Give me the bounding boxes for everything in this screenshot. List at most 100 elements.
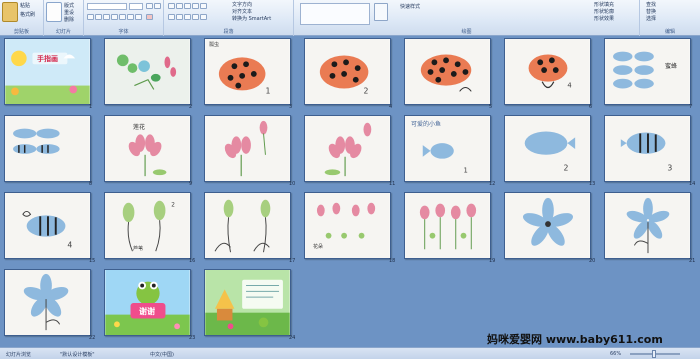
slide-1-art bbox=[5, 39, 90, 104]
slide-10-art bbox=[205, 116, 290, 181]
text-direction-button[interactable]: 文字方向 bbox=[232, 2, 252, 8]
slide-thumbnail-3[interactable]: 1 瓢虫 bbox=[204, 38, 291, 105]
bullets-icon[interactable] bbox=[168, 3, 175, 9]
char-spacing-icon[interactable] bbox=[127, 14, 134, 20]
slide-5-art bbox=[405, 39, 490, 104]
find-button[interactable]: 查找 bbox=[646, 2, 656, 8]
slide-number-17: 17 bbox=[289, 258, 296, 264]
slide-23-title: 谢谢 bbox=[139, 307, 155, 316]
drawing-group: 快速样式 形状填充 形状轮廓 形状效果 绘图 bbox=[294, 0, 640, 36]
slide-19-art bbox=[405, 193, 490, 258]
slide-thumbnail-20[interactable] bbox=[504, 192, 591, 259]
slide-thumbnail-10[interactable] bbox=[204, 115, 291, 182]
slide-thumbnail-21[interactable] bbox=[604, 192, 691, 259]
decrease-indent-icon[interactable] bbox=[184, 3, 191, 9]
columns-icon[interactable] bbox=[200, 14, 207, 20]
slide-thumbnail-23[interactable]: 谢谢 bbox=[104, 269, 191, 336]
svg-text:2: 2 bbox=[564, 163, 569, 172]
delete-button[interactable]: 删除 bbox=[64, 17, 74, 23]
shrink-font-icon[interactable] bbox=[154, 3, 161, 9]
slide-thumbnail-9[interactable]: 莲花 bbox=[104, 115, 191, 182]
slide-thumbnail-1[interactable]: 手指画 bbox=[4, 38, 91, 105]
font-name-field[interactable] bbox=[87, 3, 127, 10]
svg-text:1: 1 bbox=[464, 166, 468, 174]
slide-thumbnail-7[interactable]: 蜜蜂 bbox=[604, 38, 691, 105]
font-color-icon[interactable] bbox=[146, 14, 153, 20]
slide-number-8: 8 bbox=[89, 181, 93, 187]
grow-font-icon[interactable] bbox=[146, 3, 153, 9]
slide-17-art bbox=[205, 193, 290, 258]
layout-button[interactable]: 版式 bbox=[64, 3, 74, 9]
slide-number-18: 18 bbox=[389, 258, 396, 264]
svg-text:3: 3 bbox=[667, 163, 672, 172]
slide-number-24: 24 bbox=[289, 335, 296, 341]
slide-thumbnail-8[interactable] bbox=[4, 115, 91, 182]
paste-label[interactable]: 粘贴 bbox=[20, 3, 30, 9]
slide-thumbnail-19[interactable] bbox=[404, 192, 491, 259]
reset-button[interactable]: 重设 bbox=[64, 10, 74, 16]
shape-effects-button[interactable]: 形状效果 bbox=[594, 16, 614, 22]
slide-thumbnail-11[interactable] bbox=[304, 115, 391, 182]
increase-indent-icon[interactable] bbox=[192, 3, 199, 9]
slide-7-art bbox=[605, 39, 690, 104]
shape-fill-button[interactable]: 形状填充 bbox=[594, 2, 614, 8]
arrange-button[interactable] bbox=[374, 3, 388, 21]
change-case-icon[interactable] bbox=[135, 14, 142, 20]
slide-number-9: 9 bbox=[189, 181, 193, 187]
slide-3-title: 瓢虫 bbox=[209, 42, 220, 48]
numbering-icon[interactable] bbox=[176, 3, 183, 9]
select-button[interactable]: 选择 bbox=[646, 16, 656, 22]
justify-icon[interactable] bbox=[192, 14, 199, 20]
slide-thumbnail-13[interactable]: 2 bbox=[504, 115, 591, 182]
slide-thumbnail-24[interactable] bbox=[204, 269, 291, 336]
slide-thumbnail-22[interactable] bbox=[4, 269, 91, 336]
slide-thumbnail-2[interactable] bbox=[104, 38, 191, 105]
slide-13-art: 2 bbox=[505, 116, 590, 181]
replace-button[interactable]: 替换 bbox=[646, 9, 656, 15]
slide-number-5: 5 bbox=[489, 104, 493, 110]
slide-number-15: 15 bbox=[89, 258, 96, 264]
bold-icon[interactable] bbox=[87, 14, 94, 20]
shadow-icon[interactable] bbox=[119, 14, 126, 20]
slide-thumbnail-6[interactable]: 4 bbox=[504, 38, 591, 105]
slide-thumbnail-17[interactable] bbox=[204, 192, 291, 259]
slide-sorter[interactable]: 手指画 1 2 1 瓢虫 3 2 4 5 4 6 蜜蜂 7 8 莲花 9 10 … bbox=[0, 36, 700, 347]
zoom-level[interactable]: 66% bbox=[610, 351, 621, 357]
slide-number-6: 6 bbox=[589, 104, 593, 110]
convert-smartart-button[interactable]: 转换为 SmartArt bbox=[232, 16, 271, 22]
format-painter-button[interactable]: 格式刷 bbox=[20, 12, 35, 18]
slide-thumbnail-5[interactable] bbox=[404, 38, 491, 105]
slide-number-13: 13 bbox=[589, 181, 596, 187]
italic-icon[interactable] bbox=[95, 14, 102, 20]
slide-9-art bbox=[105, 116, 190, 181]
line-spacing-icon[interactable] bbox=[200, 3, 207, 9]
paragraph-group-label: 段落 bbox=[223, 29, 234, 35]
slide-thumbnail-4[interactable]: 2 bbox=[304, 38, 391, 105]
align-text-button[interactable]: 对齐文本 bbox=[232, 9, 252, 15]
shape-outline-button[interactable]: 形状轮廓 bbox=[594, 9, 614, 15]
svg-text:4: 4 bbox=[567, 82, 571, 90]
slide-thumbnail-12[interactable]: 1 可爱的小鱼 bbox=[404, 115, 491, 182]
svg-text:4: 4 bbox=[67, 240, 72, 249]
quick-styles-button[interactable]: 快速样式 bbox=[400, 4, 420, 10]
slide-16-art: 2 bbox=[105, 193, 190, 258]
slide-number-12: 12 bbox=[489, 181, 496, 187]
slide-thumbnail-18[interactable]: 花朵 bbox=[304, 192, 391, 259]
shapes-gallery[interactable] bbox=[300, 3, 370, 25]
font-size-field[interactable] bbox=[129, 3, 143, 10]
slide-thumbnail-16[interactable]: 2 芦苇 bbox=[104, 192, 191, 259]
slide-16-title: 芦苇 bbox=[133, 246, 144, 252]
align-right-icon[interactable] bbox=[184, 14, 191, 20]
zoom-slider-thumb[interactable] bbox=[652, 350, 656, 358]
slide-thumbnail-14[interactable]: 3 bbox=[604, 115, 691, 182]
slide-7-title: 蜜蜂 bbox=[665, 63, 678, 70]
align-center-icon[interactable] bbox=[176, 14, 183, 20]
slide-thumbnail-15[interactable]: 4 bbox=[4, 192, 91, 259]
new-slide-button[interactable] bbox=[46, 2, 62, 22]
underline-icon[interactable] bbox=[103, 14, 110, 20]
align-left-icon[interactable] bbox=[168, 14, 175, 20]
slide-number-19: 19 bbox=[489, 258, 496, 264]
slide-20-art bbox=[505, 193, 590, 258]
paste-button[interactable] bbox=[2, 2, 18, 22]
strikethrough-icon[interactable] bbox=[111, 14, 118, 20]
